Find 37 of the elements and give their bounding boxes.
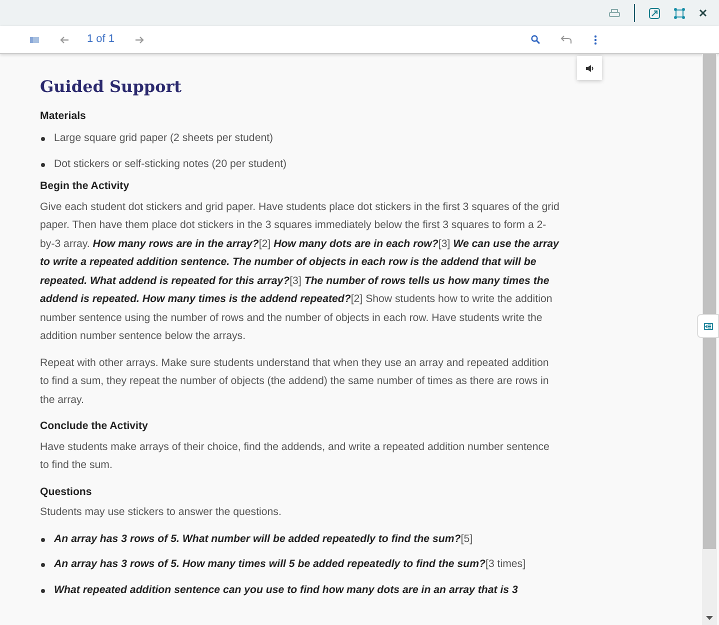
printer-icon[interactable] bbox=[609, 8, 620, 18]
bullet-icon bbox=[41, 162, 45, 166]
undo-icon[interactable] bbox=[560, 35, 572, 44]
section-heading: Materials bbox=[40, 108, 87, 124]
page-title: Guided Support bbox=[40, 78, 183, 96]
list-item-text: An array has 3 rows of 5. What number will be added repeatedly to find the sum?[5] bbox=[54, 532, 473, 546]
speaker-icon bbox=[586, 64, 594, 72]
paragraph: Students may use stickers to answer the questions. bbox=[40, 505, 282, 520]
paragraph: Have students make arrays of their choice, find the addends, and write a repeated addition number sentence to find the sum. bbox=[40, 440, 550, 473]
more-options-icon[interactable] bbox=[594, 34, 597, 44]
list-item-text: Large square grid paper (2 sheets per student) bbox=[54, 131, 274, 146]
panel-icon bbox=[704, 322, 712, 330]
sidebar-toggle-icon[interactable] bbox=[30, 36, 39, 42]
bullet-icon bbox=[41, 538, 45, 542]
section-heading: Questions bbox=[40, 484, 93, 500]
next-page-icon[interactable] bbox=[134, 36, 144, 44]
expand-icon[interactable] bbox=[674, 8, 685, 18]
search-icon[interactable] bbox=[531, 35, 540, 44]
previous-page-icon[interactable] bbox=[60, 36, 69, 44]
section-heading: Conclude the Activity bbox=[40, 419, 149, 434]
list-item-text: What repeated addition sentence can you use to find how many dots are in an array that is 3 bbox=[54, 582, 518, 598]
external-link-icon[interactable] bbox=[649, 8, 660, 18]
page-indicator: 1 of 1 bbox=[87, 32, 115, 48]
section-heading: Begin the Activity bbox=[40, 179, 130, 194]
list-item-text: Dot stickers or self-sticking notes (20 per student) bbox=[54, 156, 287, 172]
list-item-text: An array has 3 rows of 5. How many times will 5 be added repeatedly to find the sum?[3 times] bbox=[54, 557, 526, 572]
side-panel-tab[interactable] bbox=[697, 314, 719, 338]
close-icon[interactable] bbox=[699, 9, 707, 17]
paragraph: Give each student dot stickers and grid paper. Have students place dot stickers in the first 3 squares of the grid paper. Then have them place dot stickers in the 3 squares immediately below the first 3 squares to form a 2-by-3 array. How many rows are in the array?[2] How many dots are in each row?[3] We can use the array to write a repeated addition sentence. The number of objects in each row is the addend that will be repeated. What addend is repeated for this array?[3] The number of rows tells us how many times the addend is repeated. How many times is the addend repeated?[2] Show students how to write the addition number sentence using the number of rows and the number of objects in each row. Have students write the addition number sentence below the arrays. bbox=[40, 200, 560, 344]
scrollbar[interactable] bbox=[702, 54, 717, 625]
audio-button[interactable] bbox=[577, 56, 602, 80]
bullet-icon bbox=[41, 137, 45, 141]
paragraph: Repeat with other arrays. Make sure students understand that when they use an array and repeated addition to find a sum, they repeat the number of objects (the addend) the same number of times as there are rows in the array. bbox=[40, 356, 550, 408]
scroll-down-icon[interactable] bbox=[706, 616, 713, 620]
bullet-icon bbox=[41, 588, 45, 592]
bullet-icon bbox=[41, 563, 45, 567]
scrollbar-thumb[interactable] bbox=[703, 54, 716, 549]
